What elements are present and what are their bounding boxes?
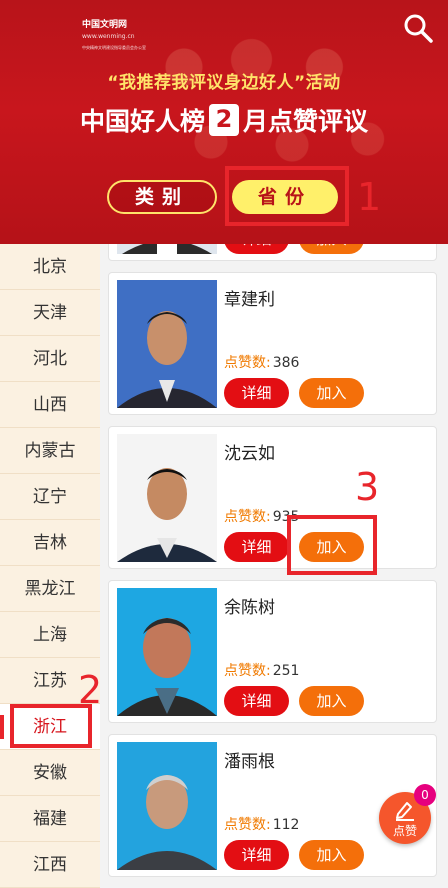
province-item[interactable]: 山西 — [0, 382, 100, 428]
banner-photo-collage — [130, 22, 400, 172]
province-item[interactable]: 上海 — [0, 612, 100, 658]
page-headline: 中国好人榜 2 月点赞评议 — [0, 102, 448, 138]
likes-label: 点赞数: — [224, 509, 271, 525]
detail-button[interactable]: 详细 — [224, 840, 289, 870]
province-item[interactable]: 天津 — [0, 290, 100, 336]
person-photo — [117, 244, 217, 254]
vote-pen-icon — [396, 802, 414, 821]
join-button[interactable]: 加入 — [299, 686, 364, 716]
annotation-number-2: 2 — [78, 668, 103, 712]
join-button[interactable]: 加入 — [299, 244, 364, 254]
search-icon[interactable] — [402, 12, 434, 44]
province-item[interactable]: 吉林 — [0, 520, 100, 566]
annotation-box-province-tab — [225, 166, 349, 226]
likes-value: 386 — [272, 355, 300, 371]
person-photo — [117, 280, 217, 408]
vote-count-badge: 0 — [414, 784, 436, 806]
person-name: 沈云如 — [224, 444, 275, 464]
annotation-number-1: 1 — [357, 175, 382, 219]
logo-title: 中国文明网 — [82, 20, 128, 30]
person-photo — [117, 588, 217, 716]
join-button[interactable]: 加入 — [299, 840, 364, 870]
wenming-logo: 中国文明网 www.wenming.cn 中央精神文明建设指导委员会办公室 — [82, 20, 146, 53]
province-item[interactable]: 内蒙古 — [0, 428, 100, 474]
logo-sub: 中央精神文明建设指导委员会办公室 — [82, 45, 146, 50]
person-photo — [117, 742, 217, 870]
person-list: 详细 加入 章建利 点赞数:386 详细 加入 沈云如 点赞数:935 详细 加… — [108, 244, 437, 888]
province-item[interactable]: 江西 — [0, 842, 100, 888]
likes-label: 点赞数: — [224, 355, 271, 371]
likes-count: 点赞数: 251 — [224, 660, 299, 680]
person-photo — [117, 434, 217, 562]
annotation-box-join-button — [287, 515, 377, 575]
detail-button[interactable]: 详细 — [224, 244, 289, 254]
likes-label: 点赞数: — [224, 663, 271, 679]
person-card: 详细 加入 — [108, 244, 437, 261]
detail-button[interactable]: 详细 — [224, 686, 289, 716]
province-sidebar: 北京 天津 河北 山西 内蒙古 辽宁 吉林 黑龙江 上海 江苏 浙江 安徽 福建… — [0, 244, 100, 888]
likes-label: 点赞数: — [224, 817, 271, 833]
vote-label: 点赞 — [392, 824, 417, 838]
person-card: 余陈树 点赞数: 251 详细 加入 — [108, 580, 437, 723]
campaign-tagline: “我推荐我评议身边好人”活动 — [107, 73, 341, 93]
province-item[interactable]: 黑龙江 — [0, 566, 100, 612]
province-item[interactable]: 辽宁 — [0, 474, 100, 520]
likes-count: 点赞数: 112 — [224, 814, 299, 834]
person-name: 潘雨根 — [224, 752, 275, 772]
province-item[interactable]: 安徽 — [0, 750, 100, 796]
headline-month: 2 — [209, 104, 239, 136]
annotation-number-3: 3 — [355, 465, 380, 509]
province-item[interactable]: 北京 — [0, 244, 100, 290]
person-card: 沈云如 点赞数: 935 详细 加入 — [108, 426, 437, 569]
likes-value: 251 — [272, 663, 300, 679]
join-button[interactable]: 加入 — [299, 378, 364, 408]
person-name: 余陈树 — [224, 598, 275, 618]
logo-url: www.wenming.cn — [82, 33, 135, 40]
detail-button[interactable]: 详细 — [224, 532, 289, 562]
headline-left: 中国好人榜 — [79, 107, 205, 136]
headline-right: 月点赞评议 — [243, 107, 369, 136]
person-card: 章建利 点赞数: 386 详细 加入 — [108, 272, 437, 415]
province-item[interactable]: 福建 — [0, 796, 100, 842]
person-name: 章建利 — [224, 290, 275, 310]
likes-value: 112 — [272, 817, 300, 833]
detail-button[interactable]: 详细 — [224, 378, 289, 408]
category-filter-button[interactable]: 类别 — [107, 180, 217, 214]
province-item[interactable]: 河北 — [0, 336, 100, 382]
likes-count: 点赞数: 386 — [224, 352, 299, 372]
